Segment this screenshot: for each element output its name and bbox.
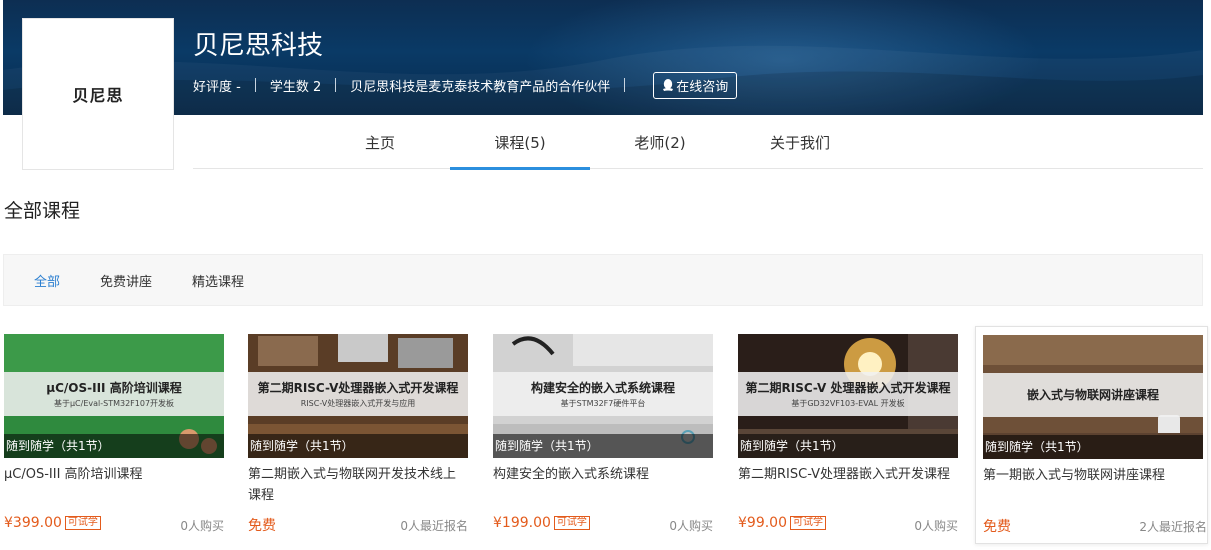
section-title: 全部课程 bbox=[4, 200, 81, 222]
tab-about[interactable]: 关于我们 bbox=[730, 115, 870, 169]
course-buyers: 0人购买 bbox=[914, 519, 958, 533]
thumbnail-subtitle: 基于GD32VF103-EVAL 开发板 bbox=[791, 398, 905, 408]
filter-all[interactable]: 全部 bbox=[34, 271, 60, 290]
thumbnail-caption: 嵌入式与物联网讲座课程 bbox=[983, 373, 1203, 417]
course-title[interactable]: 第二期嵌入式与物联网开发技术线上课程 bbox=[248, 464, 463, 506]
thumbnail-title: 第二期RISC-V 处理器嵌入式开发课程 bbox=[745, 380, 951, 395]
price-value: ¥199.00 bbox=[493, 515, 551, 531]
course-buyers: 0人购买 bbox=[180, 519, 224, 533]
thumbnail-subtitle: RISC-V处理器嵌入式开发与应用 bbox=[300, 398, 416, 408]
thumbnail-title: 嵌入式与物联网讲座课程 bbox=[1026, 388, 1159, 402]
trial-tag: 可试学 bbox=[64, 516, 101, 530]
tab-teachers-label: 老师(2) bbox=[634, 133, 686, 152]
thumbnail-title: 构建安全的嵌入式系统课程 bbox=[530, 380, 675, 395]
thumbnail-subtitle: 基于STM32F7硬件平台 bbox=[560, 398, 646, 408]
course-filter-bar: 全部 免费讲座 精选课程 bbox=[3, 254, 1203, 306]
course-buyers: 0人购买 bbox=[669, 519, 713, 533]
trial-tag: 可试学 bbox=[790, 516, 826, 530]
course-card[interactable]: 嵌入式与物联网讲座课程 随到随学（共1节） 第一期嵌入式与物联网讲座课程 免费 … bbox=[975, 326, 1208, 544]
course-schedule-badge: 随到随学（共1节） bbox=[738, 434, 958, 458]
thumbnail-caption: 构建安全的嵌入式系统课程 基于STM32F7硬件平台 bbox=[493, 372, 713, 416]
course-schedule-badge: 随到随学（共1节） bbox=[248, 434, 468, 458]
price-value: 免费 bbox=[248, 518, 276, 534]
course-price: ¥399.00 可试学 bbox=[4, 515, 101, 531]
thumbnail-title: μC/OS-III 高阶培训课程 bbox=[46, 380, 182, 395]
course-card[interactable]: μC/OS-III 高阶培训课程 基于μC/Eval-STM32F107开发板 … bbox=[4, 326, 237, 544]
org-meta: 好评度 - 学生数 2 贝尼思科技是麦克泰技术教育产品的合作伙伴 在线咨询 bbox=[193, 71, 738, 99]
org-tabs: 主页 课程(5) 老师(2) 关于我们 bbox=[193, 115, 1203, 170]
course-card[interactable]: 第二期RISC-V 处理器嵌入式开发课程 基于GD32VF103-EVAL 开发… bbox=[738, 326, 971, 544]
price-value: ¥399.00 bbox=[4, 515, 62, 531]
thumbnail-caption: 第二期RISC-V 处理器嵌入式开发课程 基于GD32VF103-EVAL 开发… bbox=[738, 372, 958, 416]
course-schedule-badge: 随到随学（共1节） bbox=[493, 434, 713, 458]
course-title[interactable]: 第一期嵌入式与物联网讲座课程 bbox=[983, 465, 1198, 486]
course-schedule-badge: 随到随学（共1节） bbox=[4, 434, 224, 458]
course-title[interactable]: 构建安全的嵌入式系统课程 bbox=[493, 464, 708, 485]
course-buyers: 2人最近报名 bbox=[1139, 520, 1207, 534]
tab-home[interactable]: 主页 bbox=[310, 115, 450, 169]
trial-tag: 可试学 bbox=[553, 516, 590, 530]
thumbnail-title: 第二期RISC-V处理器嵌入式开发课程 bbox=[257, 380, 459, 395]
org-logo-text: 贝尼思 bbox=[72, 86, 124, 105]
tab-about-label: 关于我们 bbox=[769, 133, 830, 152]
course-thumbnail[interactable]: 构建安全的嵌入式系统课程 基于STM32F7硬件平台 随到随学（共1节） bbox=[493, 334, 713, 458]
course-title[interactable]: μC/OS-III 高阶培训课程 bbox=[4, 464, 219, 485]
course-price: ¥99.00 可试学 bbox=[738, 515, 826, 531]
course-price: 免费 bbox=[983, 516, 1011, 536]
thumbnail-subtitle: 基于μC/Eval-STM32F107开发板 bbox=[53, 398, 175, 408]
tab-teachers[interactable]: 老师(2) bbox=[590, 115, 730, 169]
online-consult-label: 在线咨询 bbox=[676, 79, 729, 95]
course-card[interactable]: 第二期RISC-V处理器嵌入式开发课程 RISC-V处理器嵌入式开发与应用 随到… bbox=[248, 326, 481, 544]
org-logo[interactable]: 贝尼思 bbox=[22, 18, 174, 170]
tab-home-label: 主页 bbox=[364, 133, 395, 152]
org-name: 贝尼思科技 bbox=[193, 31, 324, 61]
filter-featured-courses[interactable]: 精选课程 bbox=[192, 271, 244, 290]
meta-divider bbox=[335, 78, 337, 92]
org-students: 学生数 2 bbox=[269, 79, 322, 95]
meta-divider bbox=[624, 78, 626, 92]
course-card[interactable]: 构建安全的嵌入式系统课程 基于STM32F7硬件平台 随到随学（共1节） 构建安… bbox=[493, 326, 726, 544]
course-price: ¥199.00 可试学 bbox=[493, 515, 590, 531]
course-thumbnail[interactable]: 第二期RISC-V处理器嵌入式开发课程 RISC-V处理器嵌入式开发与应用 随到… bbox=[248, 334, 468, 458]
tab-courses[interactable]: 课程(5) bbox=[450, 115, 590, 170]
course-schedule-badge: 随到随学（共1节） bbox=[983, 435, 1203, 459]
thumbnail-caption: 第二期RISC-V处理器嵌入式开发课程 RISC-V处理器嵌入式开发与应用 bbox=[248, 372, 468, 416]
price-value: 免费 bbox=[983, 519, 1011, 535]
course-thumbnail[interactable]: μC/OS-III 高阶培训课程 基于μC/Eval-STM32F107开发板 … bbox=[4, 334, 224, 458]
price-value: ¥99.00 bbox=[738, 515, 787, 531]
org-rating: 好评度 - bbox=[193, 79, 241, 95]
filter-free-lectures[interactable]: 免费讲座 bbox=[100, 271, 152, 290]
course-buyers: 0人最近报名 bbox=[400, 519, 468, 533]
tab-courses-label: 课程(5) bbox=[494, 133, 546, 152]
course-thumbnail[interactable]: 第二期RISC-V 处理器嵌入式开发课程 基于GD32VF103-EVAL 开发… bbox=[738, 334, 958, 458]
meta-divider bbox=[254, 78, 256, 92]
org-description: 贝尼思科技是麦克泰技术教育产品的合作伙伴 bbox=[350, 79, 611, 95]
course-thumbnail[interactable]: 嵌入式与物联网讲座课程 随到随学（共1节） bbox=[983, 335, 1203, 459]
online-consult-button[interactable]: 在线咨询 bbox=[653, 71, 738, 99]
qq-icon bbox=[663, 79, 674, 91]
course-price: 免费 bbox=[248, 515, 276, 535]
thumbnail-caption: μC/OS-III 高阶培训课程 基于μC/Eval-STM32F107开发板 bbox=[4, 372, 224, 416]
course-title[interactable]: 第二期RISC-V处理器嵌入式开发课程 bbox=[738, 464, 953, 485]
